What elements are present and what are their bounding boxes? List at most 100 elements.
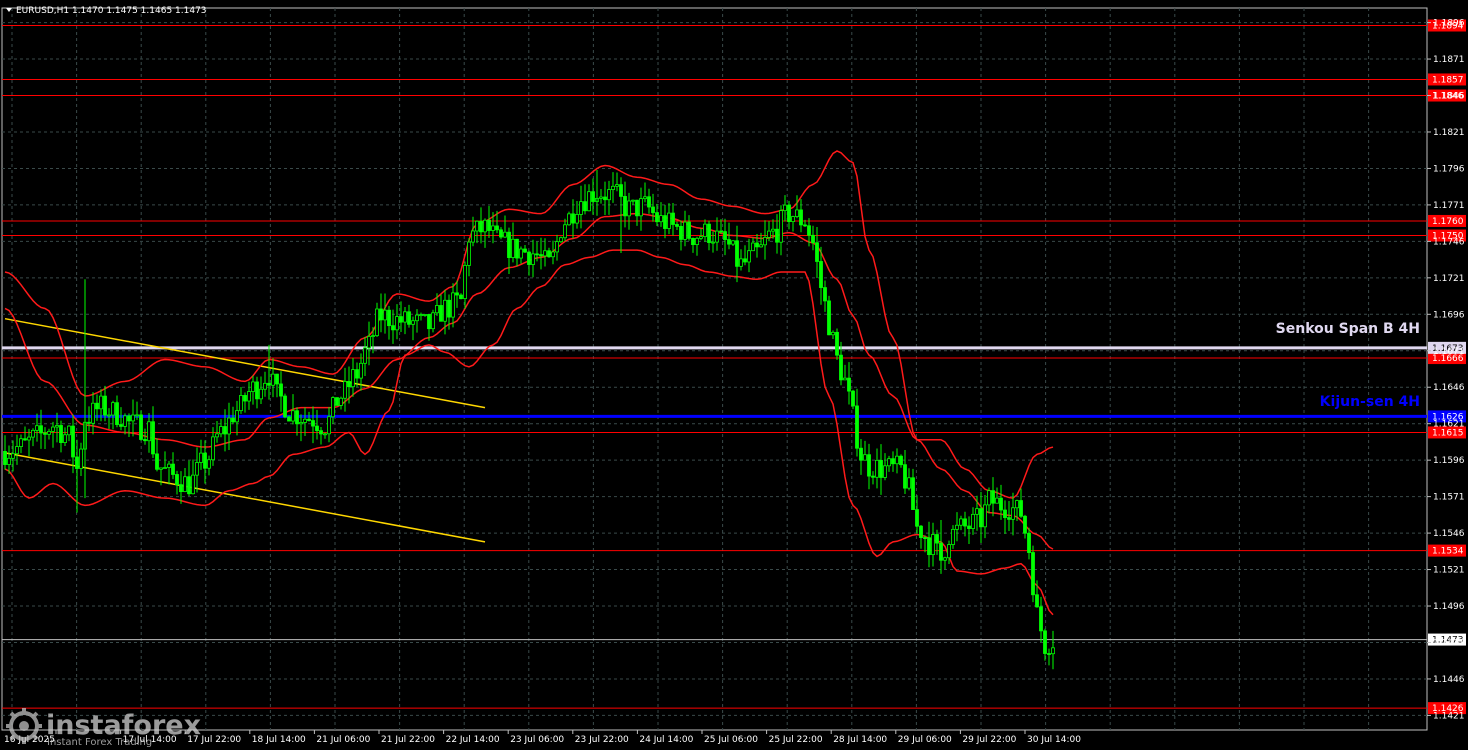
candle-body [243, 395, 247, 402]
x-tick-label: 29 Jul 22:00 [962, 735, 1016, 745]
candle-body [571, 213, 575, 224]
candle-body [747, 250, 751, 263]
candle-body [911, 477, 915, 510]
candle-body [359, 362, 363, 379]
candle-body [635, 199, 639, 217]
candle-body [763, 237, 767, 246]
candle-body [115, 402, 119, 425]
candle-body [575, 214, 579, 224]
candle-body [667, 212, 671, 229]
candle-body [807, 225, 811, 236]
candle-body [839, 354, 843, 381]
candle-body [987, 490, 991, 506]
candle-body [163, 467, 167, 469]
candle-body [203, 452, 207, 469]
candle-body [847, 377, 851, 392]
candle-body [159, 467, 163, 470]
candle-body [255, 381, 259, 400]
candle-body [311, 420, 315, 427]
candle-body [127, 415, 131, 422]
candle-body [643, 196, 647, 200]
level-tag-label: 1.1534 [1432, 547, 1464, 557]
candle-body [923, 537, 927, 539]
candle-body [603, 196, 607, 201]
candle-body [207, 459, 211, 469]
candle-body [427, 314, 431, 330]
x-tick-label: 28 Jul 14:00 [833, 735, 887, 745]
candle-body [63, 434, 67, 443]
y-tick-label: 1.1846 [1433, 92, 1465, 102]
candle-body [699, 236, 703, 239]
y-tick-label: 1.1571 [1433, 493, 1465, 503]
candle-body [967, 525, 971, 529]
candle-body [7, 457, 11, 465]
candle-body [567, 213, 571, 226]
kijun-sen-label: Kijun-sen 4H [1320, 394, 1420, 410]
candle-body [611, 185, 615, 190]
candle-body [551, 251, 555, 258]
candle-body [19, 438, 23, 447]
candle-body [239, 395, 243, 412]
candle-body [503, 231, 507, 238]
candle-body [271, 373, 275, 386]
candle-body [387, 309, 391, 327]
candle-body [495, 225, 499, 231]
candle-body [347, 381, 351, 388]
candle-body [459, 294, 463, 300]
candle-body [587, 191, 591, 212]
candle-body [223, 426, 227, 435]
candle-body [235, 410, 239, 423]
candle-body [11, 453, 15, 459]
candle-body [215, 433, 219, 438]
candle-body [627, 200, 631, 217]
x-tick-label: 25 Jul 22:00 [769, 735, 823, 745]
candle-body [835, 331, 839, 356]
candle-body [639, 198, 643, 217]
y-tick-label: 1.1646 [1433, 383, 1465, 393]
y-tick-label: 1.1621 [1433, 420, 1465, 430]
y-tick-label: 1.1696 [1433, 310, 1465, 320]
y-tick-label: 1.1471 [1433, 638, 1465, 648]
price-chart[interactable]: 1.18941.18571.18461.17601.17501.16661.16… [0, 0, 1468, 750]
candle-body [827, 300, 831, 336]
candle-body [123, 415, 127, 427]
x-tick-label: 29 Jul 06:00 [898, 735, 952, 745]
candle-body [15, 446, 19, 455]
candle-body [915, 509, 919, 527]
candle-body [355, 369, 359, 379]
candle-body [55, 425, 59, 428]
candle-body [415, 314, 419, 322]
candle-body [711, 241, 715, 244]
chart-window[interactable]: 1.1894 1.1857 1.1846 1.1760 1.1750 1.1666 1.16… [0, 0, 1468, 750]
candle-body [171, 463, 175, 475]
candle-body [291, 410, 295, 422]
y-tick-label: 1.1821 [1433, 128, 1465, 138]
candle-body [87, 421, 91, 424]
candle-body [775, 228, 779, 243]
candle-body [471, 230, 475, 243]
x-tick-label: 25 Jul 06:00 [704, 735, 758, 745]
candle-body [155, 453, 159, 470]
candle-body [879, 459, 883, 478]
candle-body [319, 430, 323, 435]
candle-body [435, 305, 439, 314]
candle-body [823, 287, 827, 302]
candle-body [755, 242, 759, 248]
candle-body [491, 225, 495, 231]
candle-body [451, 292, 455, 318]
candle-body [955, 524, 959, 530]
candle-body [275, 373, 279, 385]
x-tick-label: 18 Jul 14:00 [252, 735, 306, 745]
y-tick-label: 1.1896 [1433, 19, 1465, 29]
candle-body [719, 230, 723, 233]
candle-body [499, 229, 503, 238]
candle-body [927, 537, 931, 556]
candle-body [671, 212, 675, 225]
candle-body [819, 261, 823, 288]
candle-body [303, 418, 307, 423]
candle-body [167, 463, 171, 468]
candle-body [31, 429, 35, 438]
candle-body [867, 454, 871, 477]
candle-body [999, 497, 1003, 511]
candle-body [799, 209, 803, 226]
